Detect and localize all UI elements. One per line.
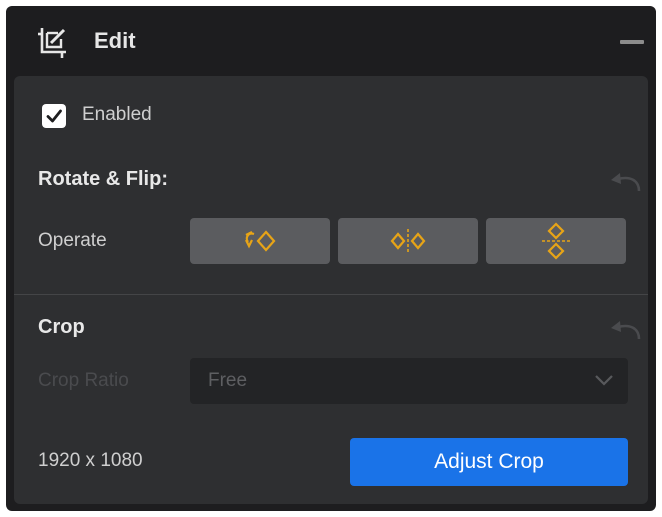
crop-ratio-value: Free xyxy=(208,370,248,391)
resolution-label: 1920 x 1080 xyxy=(38,450,143,471)
crop-ratio-select[interactable]: Free xyxy=(190,358,628,404)
flip-vertical-icon xyxy=(542,222,570,260)
flip-horizontal-button[interactable] xyxy=(338,218,478,264)
rotate-flip-title: Rotate & Flip: xyxy=(38,168,168,190)
undo-icon[interactable] xyxy=(608,318,642,342)
crop-title: Crop xyxy=(38,316,85,338)
undo-icon[interactable] xyxy=(608,170,642,194)
flip-horizontal-icon xyxy=(390,229,426,253)
edit-panel: Edit Enabled Rotate & Flip: Operate Crop… xyxy=(6,6,656,511)
panel-title: Edit xyxy=(94,28,136,53)
rotate-icon xyxy=(245,230,276,252)
section-divider xyxy=(14,294,648,295)
enabled-checkbox[interactable] xyxy=(42,104,66,128)
panel-body: Enabled Rotate & Flip: Operate Crop Crop… xyxy=(14,76,648,504)
checkmark-icon xyxy=(46,109,62,123)
chevron-down-icon xyxy=(595,375,613,386)
panel-header: Edit xyxy=(6,6,656,76)
minus-icon[interactable] xyxy=(620,40,644,44)
rotate-button[interactable] xyxy=(190,218,330,264)
enabled-label: Enabled xyxy=(82,104,152,125)
crop-ratio-label: Crop Ratio xyxy=(38,370,129,391)
adjust-crop-button[interactable]: Adjust Crop xyxy=(350,438,628,486)
crop-edit-icon xyxy=(38,28,66,58)
operate-label: Operate xyxy=(38,230,107,251)
flip-vertical-button[interactable] xyxy=(486,218,626,264)
